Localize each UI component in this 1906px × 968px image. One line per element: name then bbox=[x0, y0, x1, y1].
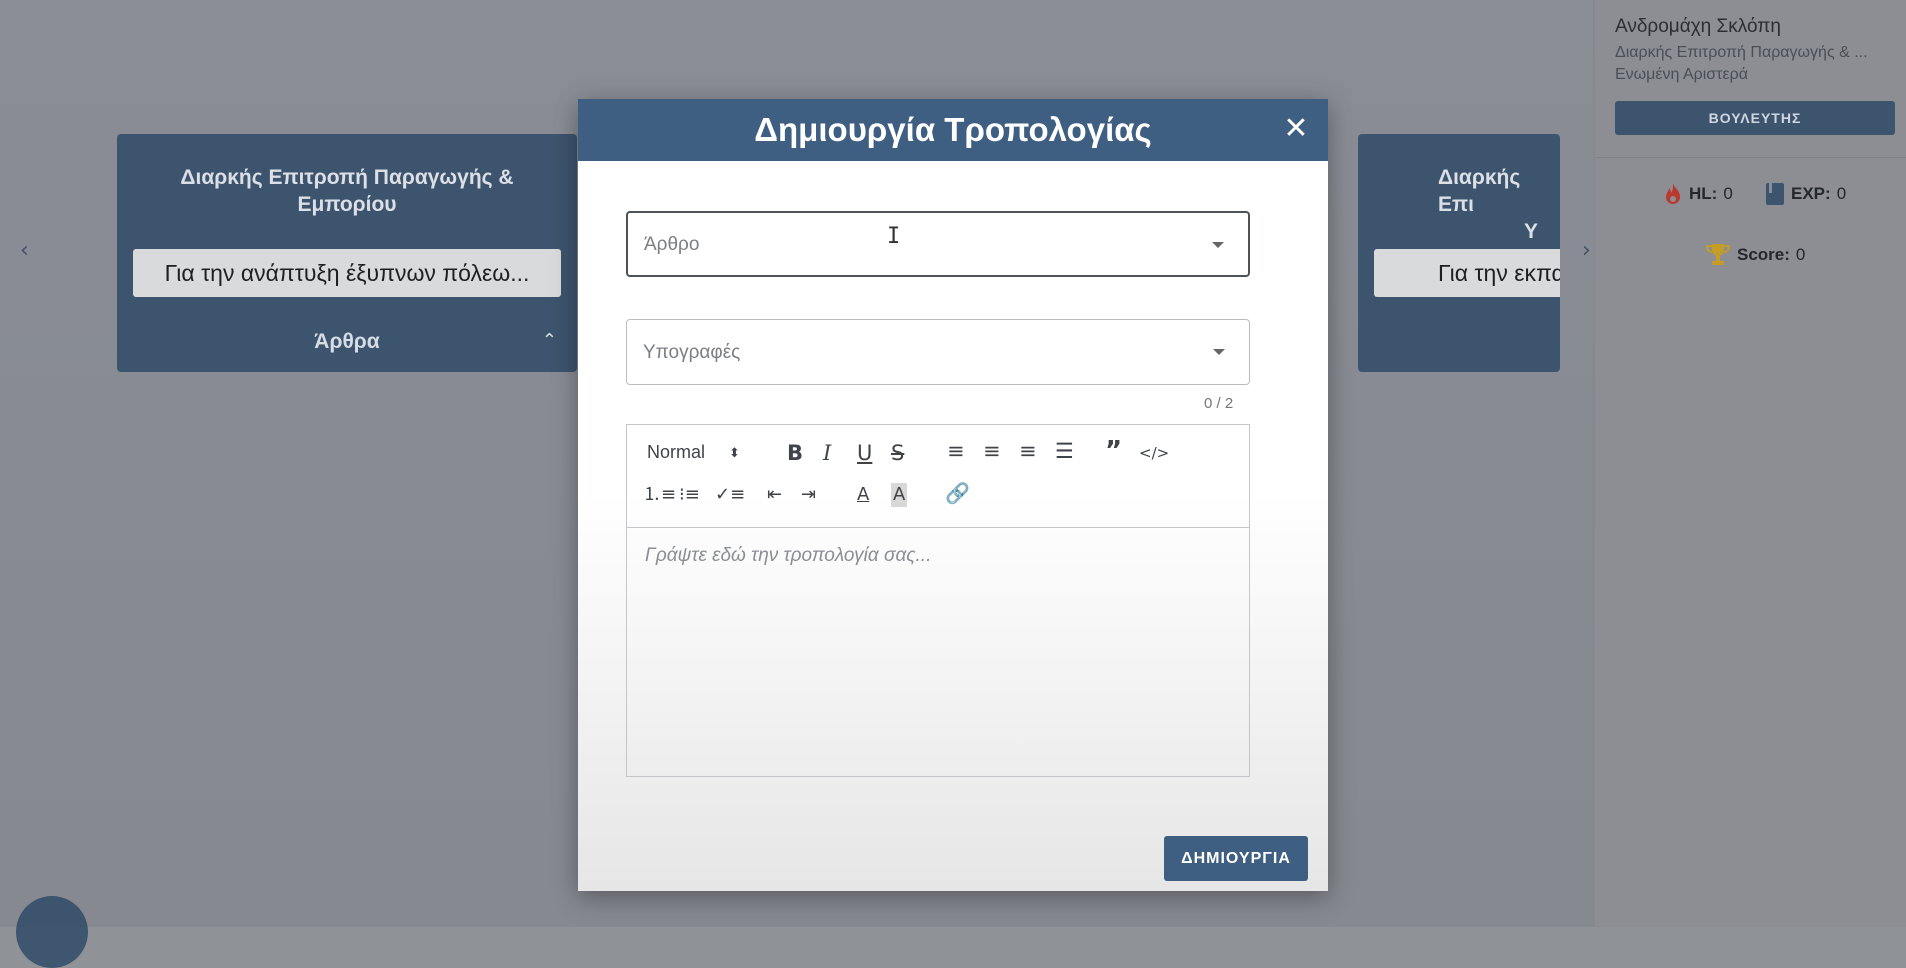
background-color-icon[interactable]: A bbox=[891, 483, 908, 507]
text-color-icon[interactable]: A bbox=[857, 483, 869, 507]
align-left-icon[interactable]: ≡ bbox=[947, 439, 965, 463]
dialog-header: Δημιουργία Τροπολογίας ✕ bbox=[578, 99, 1328, 161]
dialog-title: Δημιουργία Τροπολογίας bbox=[754, 111, 1152, 148]
create-amendment-dialog: Δημιουργία Τροπολογίας ✕ I 0 / 2 Normal … bbox=[578, 99, 1328, 891]
align-right-icon[interactable]: ≡ bbox=[1019, 439, 1037, 463]
format-select[interactable]: Normal ⬍ bbox=[647, 442, 740, 464]
select-arrows-icon: ⬍ bbox=[729, 445, 740, 460]
close-icon[interactable]: ✕ bbox=[1278, 111, 1314, 147]
strikethrough-icon[interactable]: S bbox=[891, 441, 904, 465]
create-button[interactable]: ΔΗΜΙΟΥΡΓΙΑ bbox=[1164, 836, 1308, 881]
bullet-list-icon[interactable]: ⁝≡ bbox=[679, 483, 700, 507]
editor-placeholder[interactable]: Γράψτε εδώ την τροπολογία σας... bbox=[645, 545, 931, 567]
signatures-select[interactable] bbox=[626, 319, 1250, 386]
article-input[interactable] bbox=[642, 213, 1206, 277]
dropdown-arrow-icon[interactable] bbox=[1213, 349, 1225, 355]
indent-icon[interactable]: ⇥ bbox=[801, 483, 816, 507]
checklist-icon[interactable]: ✓≡ bbox=[715, 483, 745, 507]
bold-icon[interactable]: B bbox=[787, 441, 803, 465]
underline-icon[interactable]: U bbox=[857, 441, 872, 465]
format-select-value: Normal bbox=[647, 442, 706, 462]
code-icon[interactable]: </> bbox=[1139, 441, 1169, 465]
rich-text-editor: Normal ⬍ B I U S ≡ ≡ ≡ ☰ ” </> ⒈≡ ⁝≡ ✓≡ … bbox=[626, 424, 1250, 777]
outdent-icon[interactable]: ⇤ bbox=[767, 483, 782, 507]
article-select[interactable] bbox=[626, 211, 1250, 277]
blockquote-icon[interactable]: ” bbox=[1105, 438, 1122, 464]
signatures-counter: 0 / 2 bbox=[1204, 395, 1234, 412]
ordered-list-icon[interactable]: ⒈≡ bbox=[643, 483, 676, 507]
text-cursor-icon: I bbox=[887, 224, 901, 249]
italic-icon[interactable]: I bbox=[823, 441, 831, 465]
dropdown-arrow-icon[interactable] bbox=[1212, 242, 1224, 248]
link-icon[interactable]: 🔗 bbox=[945, 481, 970, 505]
align-justify-icon[interactable]: ☰ bbox=[1055, 439, 1074, 463]
signatures-input[interactable] bbox=[641, 320, 1205, 386]
align-center-icon[interactable]: ≡ bbox=[983, 439, 1001, 463]
editor-toolbar: Normal ⬍ B I U S ≡ ≡ ≡ ☰ ” </> ⒈≡ ⁝≡ ✓≡ … bbox=[627, 425, 1249, 528]
